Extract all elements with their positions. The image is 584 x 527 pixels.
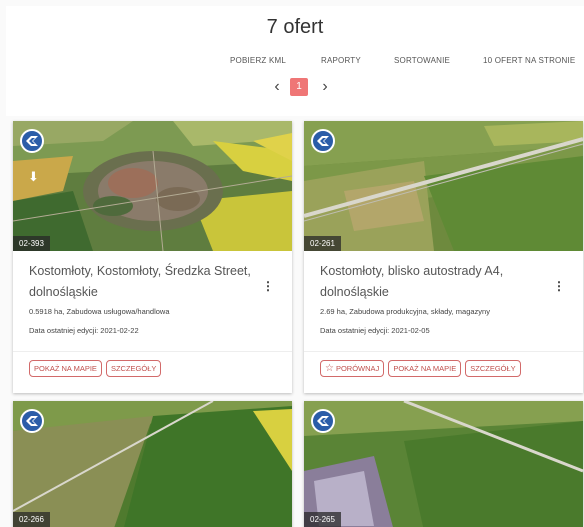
listing-date: Data ostatniej edycji: 2021-02-05	[320, 326, 430, 335]
listing-photo[interactable]: 02-265	[304, 401, 583, 527]
listing-photo[interactable]: ⬇ 02-393	[13, 121, 292, 251]
listing-title[interactable]: Kostomłoty, blisko autostrady A4, dolnoś…	[320, 261, 550, 303]
listing-photo[interactable]: 02-266	[13, 401, 292, 527]
results-header: 7 ofert POBIERZ KML RAPORTY SORTOWANIE 1…	[6, 6, 584, 116]
down-arrow-icon: ⬇	[28, 169, 39, 184]
listing-code: 02-265	[304, 512, 341, 527]
listing-photo[interactable]: 02-261	[304, 121, 583, 251]
page-1-button[interactable]: 1	[290, 78, 308, 96]
listing-code: 02-393	[13, 236, 50, 251]
results-toolbar: POBIERZ KML RAPORTY SORTOWANIE 10 OFERT …	[6, 56, 584, 70]
card-actions: POKAŻ NA MAPIE SZCZEGÓŁY	[29, 360, 162, 377]
star-outline-icon: ☆	[325, 362, 334, 374]
divider	[304, 351, 583, 352]
listing-card: 02-261 Kostomłoty, blisko autostrady A4,…	[304, 121, 583, 393]
agency-logo-icon	[20, 409, 44, 433]
compare-label: PORÓWNAJ	[335, 364, 380, 373]
compare-button[interactable]: ☆ PORÓWNAJ	[320, 360, 385, 377]
pagination: ‹ 1 ›	[6, 78, 584, 98]
details-button[interactable]: SZCZEGÓŁY	[105, 360, 162, 377]
next-page-icon[interactable]: ›	[317, 78, 333, 96]
card-body: Kostomłoty, blisko autostrady A4, dolnoś…	[304, 251, 583, 393]
listing-title[interactable]: Kostomłoty, Kostomłoty, Średzka Street, …	[29, 261, 259, 303]
sort-button[interactable]: SORTOWANIE	[394, 56, 450, 65]
per-page-button[interactable]: 10 OFERT NA STRONIE	[483, 56, 575, 65]
listing-meta: 2.69 ha, Zabudowa produkcyjna, składy, m…	[320, 307, 490, 316]
card-body: Kostomłoty, Kostomłoty, Średzka Street, …	[13, 251, 292, 393]
prev-page-icon[interactable]: ‹	[269, 78, 285, 96]
results-count-title: 7 ofert	[266, 16, 324, 38]
show-on-map-button[interactable]: POKAŻ NA MAPIE	[29, 360, 102, 377]
listing-meta: 0.5918 ha, Zabudowa usługowa/handlowa	[29, 307, 170, 316]
agency-logo-icon	[20, 129, 44, 153]
listing-code: 02-266	[13, 512, 50, 527]
more-vert-icon[interactable]: ⋮	[553, 280, 565, 292]
listing-code: 02-261	[304, 236, 341, 251]
card-actions: ☆ PORÓWNAJ POKAŻ NA MAPIE SZCZEGÓŁY	[320, 360, 521, 377]
listing-date: Data ostatniej edycji: 2021-02-22	[29, 326, 139, 335]
divider	[13, 351, 292, 352]
show-on-map-button[interactable]: POKAŻ NA MAPIE	[388, 360, 462, 377]
listing-card: 02-266	[13, 401, 292, 527]
agency-logo-icon	[311, 409, 335, 433]
more-vert-icon[interactable]: ⋮	[262, 280, 274, 292]
download-kml-button[interactable]: POBIERZ KML	[230, 56, 286, 65]
listing-card: 02-265	[304, 401, 583, 527]
agency-logo-icon	[311, 129, 335, 153]
reports-button[interactable]: RAPORTY	[321, 56, 361, 65]
details-button[interactable]: SZCZEGÓŁY	[465, 360, 521, 377]
listing-card: ⬇ 02-393 Kostomłoty, Kostomłoty, Średzka…	[13, 121, 292, 393]
